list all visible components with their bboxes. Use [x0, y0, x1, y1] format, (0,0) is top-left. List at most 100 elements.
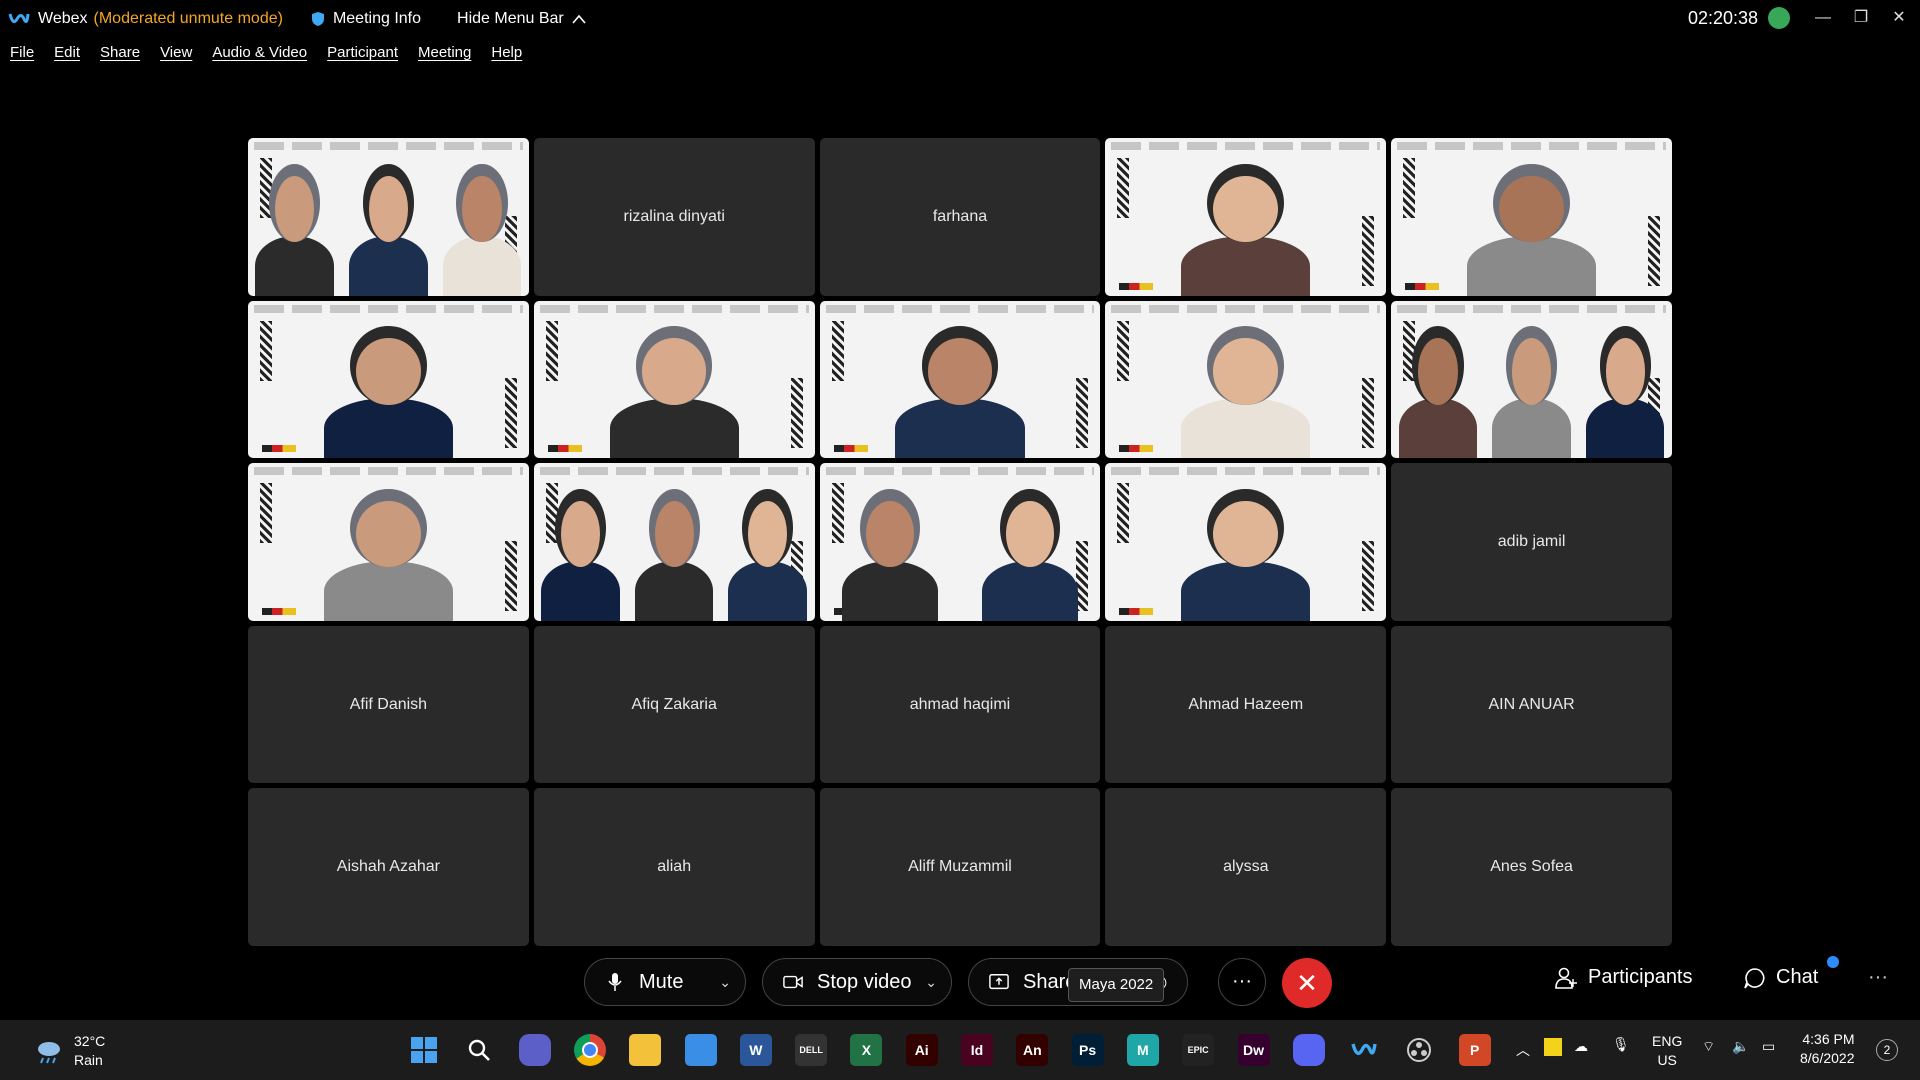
participant-video-tile[interactable] — [533, 300, 815, 459]
language-indicator[interactable]: ENG US — [1652, 1032, 1682, 1070]
participant-tile[interactable]: AIN ANUAR — [1391, 625, 1672, 784]
virtual-background-frame — [1362, 540, 1375, 611]
hide-menu-bar-button[interactable]: Hide Menu Bar — [457, 10, 586, 28]
participant-name: Afif Danish — [349, 695, 428, 713]
virtual-background-frame — [833, 445, 868, 453]
participant-video-tile[interactable] — [248, 463, 529, 621]
participant-figure — [255, 235, 335, 296]
participant-tile[interactable]: ahmad haqimi — [819, 625, 1101, 784]
virtual-background-frame — [260, 483, 272, 544]
battery-icon[interactable]: ▭ — [1762, 1038, 1775, 1055]
participant-video-tile[interactable] — [819, 300, 1101, 459]
minimize-icon[interactable]: — — [1808, 6, 1838, 30]
participant-tile[interactable]: Afiq Zakaria — [533, 625, 815, 784]
participant-video-tile[interactable] — [819, 463, 1101, 621]
notification-count-badge[interactable]: 2 — [1876, 1039, 1898, 1061]
participant-tile[interactable]: aliah — [533, 788, 815, 946]
participant-video-tile[interactable] — [248, 300, 529, 459]
participant-figure — [842, 560, 938, 621]
participant-tile[interactable]: Ahmad Hazeem — [1105, 625, 1387, 784]
participant-tile[interactable]: farhana — [819, 138, 1101, 296]
menu-meeting[interactable]: Meeting — [418, 44, 471, 68]
sticky-notes-icon[interactable] — [1544, 1038, 1562, 1056]
overflow-menu-button[interactable]: ··· — [1868, 966, 1888, 989]
participant-video-tile[interactable] — [1105, 463, 1387, 621]
teams-chat-icon[interactable] — [518, 1034, 551, 1066]
virtual-background-frame — [545, 320, 558, 381]
dell-icon[interactable]: DELL — [795, 1034, 828, 1066]
mute-label: Mute — [639, 970, 684, 993]
participant-video-tile[interactable] — [1391, 300, 1672, 459]
dreamweaver-icon[interactable]: Dw — [1237, 1034, 1270, 1066]
close-icon[interactable]: ✕ — [1884, 6, 1914, 30]
meeting-info-button[interactable]: Meeting Info — [311, 10, 421, 28]
wifi-icon[interactable]: ⌔ — [1702, 1038, 1715, 1056]
maya-icon[interactable]: M — [1126, 1034, 1159, 1066]
mail-icon[interactable] — [684, 1034, 717, 1066]
chat-icon — [1744, 967, 1765, 988]
more-options-button[interactable]: ··· — [1218, 958, 1266, 1006]
participant-name: Afiq Zakaria — [631, 695, 717, 713]
participant-tile[interactable]: adib jamil — [1391, 463, 1672, 621]
participant-figure — [1398, 398, 1478, 459]
file-explorer-icon[interactable] — [629, 1034, 662, 1066]
menu-audio-video[interactable]: Audio & Video — [212, 44, 307, 68]
powerpoint-icon[interactable]: P — [1458, 1034, 1491, 1066]
start-icon[interactable] — [408, 1034, 440, 1066]
word-icon[interactable]: W — [739, 1034, 772, 1066]
search-icon[interactable] — [463, 1034, 496, 1066]
chrome-icon[interactable] — [573, 1034, 606, 1066]
photoshop-icon[interactable]: Ps — [1071, 1034, 1104, 1066]
menu-edit[interactable]: Edit — [54, 44, 80, 68]
chat-button[interactable]: Chat — [1744, 966, 1818, 989]
participant-video-tile[interactable] — [1105, 138, 1387, 296]
show-hidden-icons-chevron-icon[interactable]: ︿ — [1516, 1040, 1530, 1060]
virtual-background-frame — [262, 607, 296, 615]
chevron-down-icon[interactable]: ⌄ — [719, 974, 731, 991]
participant-tile[interactable]: rizalina dinyati — [533, 138, 815, 296]
microphone-tray-icon[interactable]: 🎙 — [1612, 1036, 1630, 1053]
system-clock[interactable]: 4:36 PM 8/6/2022 — [1800, 1030, 1855, 1068]
chevron-down-icon[interactable]: ⌄ — [925, 974, 937, 991]
participant-video-tile[interactable] — [1391, 138, 1672, 296]
indesign-icon[interactable]: Id — [961, 1034, 993, 1066]
obs-icon[interactable] — [1403, 1034, 1436, 1066]
menu-view[interactable]: View — [160, 44, 192, 68]
excel-icon[interactable]: X — [850, 1034, 883, 1066]
network-signal-icon[interactable] — [1768, 7, 1790, 29]
end-call-button[interactable]: ✕ — [1282, 958, 1332, 1008]
illustrator-icon[interactable]: Ai — [905, 1034, 938, 1066]
onedrive-icon[interactable]: ☁ — [1574, 1038, 1588, 1055]
participant-figure — [323, 398, 453, 459]
volume-icon[interactable]: 🔈 — [1732, 1038, 1749, 1055]
participant-video-tile[interactable] — [533, 463, 815, 621]
discord-icon[interactable] — [1292, 1034, 1325, 1066]
menu-file[interactable]: File — [10, 44, 34, 68]
webex-icon[interactable] — [1348, 1034, 1381, 1066]
virtual-background-frame — [790, 378, 803, 449]
participant-tile[interactable]: alyssa — [1105, 788, 1387, 946]
participant-tile[interactable]: Afif Danish — [248, 625, 529, 784]
participant-figure — [1181, 560, 1311, 621]
participants-button[interactable]: Participants — [1554, 966, 1693, 989]
mute-button[interactable]: Mute ⌄ — [584, 958, 746, 1006]
participant-tile[interactable]: Aliff Muzammil — [819, 788, 1101, 946]
stop-video-button[interactable]: Stop video ⌄ — [762, 958, 952, 1006]
virtual-background-frame — [825, 467, 1095, 476]
animate-icon[interactable]: An — [1016, 1034, 1049, 1066]
participant-name: aliah — [657, 858, 692, 876]
menu-share[interactable]: Share — [100, 44, 140, 68]
participant-video-tile[interactable] — [248, 138, 529, 296]
participant-figure — [349, 235, 428, 296]
participant-video-tile[interactable] — [1105, 300, 1387, 459]
menu-participant[interactable]: Participant — [327, 44, 398, 68]
weather-widget[interactable]: 32°C Rain — [34, 1032, 105, 1070]
participant-tile[interactable]: Anes Sofea — [1391, 788, 1672, 946]
participant-figure — [895, 398, 1025, 459]
participant-tile[interactable]: Aishah Azahar — [248, 788, 529, 946]
virtual-background-frame — [254, 467, 523, 476]
participant-figure — [1467, 235, 1597, 296]
epic-games-icon[interactable]: EPIC — [1182, 1034, 1215, 1066]
menu-help[interactable]: Help — [491, 44, 522, 68]
restore-icon[interactable]: ❐ — [1846, 6, 1876, 30]
